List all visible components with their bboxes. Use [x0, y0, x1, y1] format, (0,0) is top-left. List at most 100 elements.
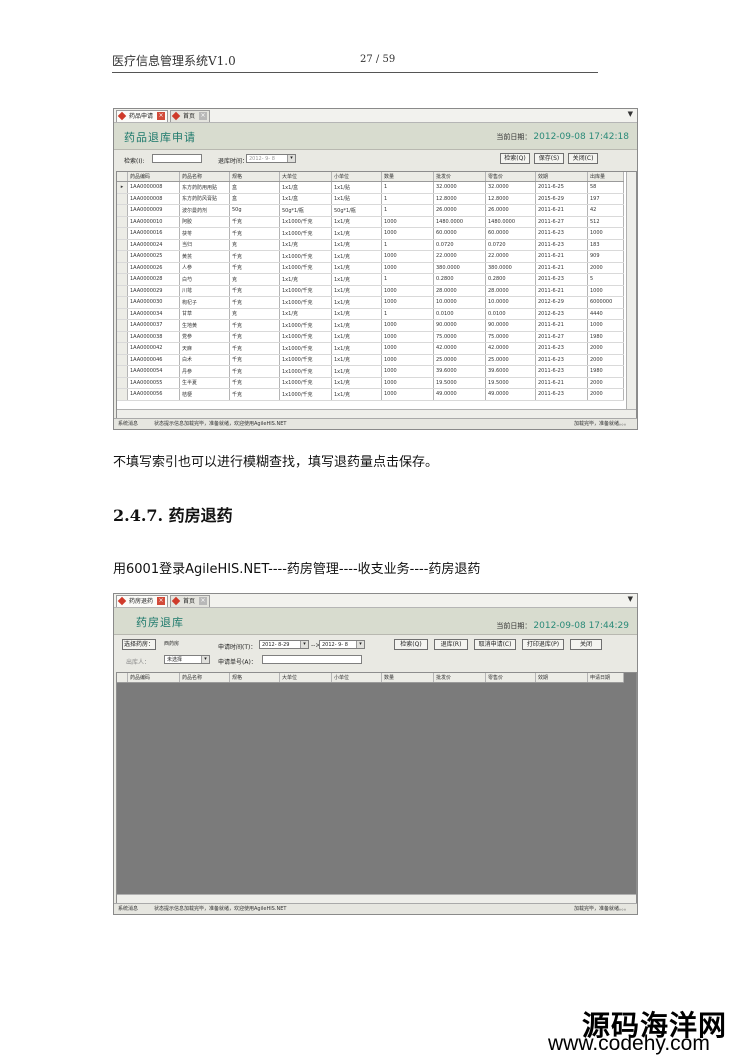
table-cell: 1: [381, 239, 434, 251]
row-selector[interactable]: [117, 216, 128, 228]
table-cell: 千克: [229, 331, 280, 343]
column-header[interactable]: 零售价: [485, 673, 536, 683]
table-cell: 1000: [381, 354, 434, 366]
table-row[interactable]: 1AA0000016 茯苓 千克 1x1000/千克 1x1/克 1000 60.0000 6…: [117, 227, 624, 240]
column-header[interactable]: 效期: [535, 673, 588, 683]
column-header[interactable]: 药品编码: [127, 673, 180, 683]
row-selector[interactable]: [117, 319, 128, 332]
row-selector[interactable]: [117, 388, 128, 401]
table-row[interactable]: 1AA0000054 丹参 千克 1x1000/千克 1x1/克 1000 39.6000 3…: [117, 365, 624, 378]
column-header[interactable]: 批发价: [433, 172, 486, 182]
column-header[interactable]: 小单位: [331, 172, 382, 182]
close-icon[interactable]: ×: [157, 597, 166, 605]
column-header[interactable]: 申请日期: [587, 673, 624, 683]
tab-drug-request[interactable]: 药品申请 ×: [116, 110, 169, 122]
table-row[interactable]: 1AA0000009 波尔曼药剂 50g 50g*1/瓶 50g*1/瓶 1 26.0000…: [117, 204, 624, 217]
close-icon[interactable]: ×: [199, 112, 208, 120]
horizontal-scrollbar[interactable]: [117, 894, 636, 903]
column-header[interactable]: 效期: [535, 172, 588, 182]
row-selector[interactable]: [117, 193, 128, 205]
table-row[interactable]: 1AA0000028 白芍克 1x1/克 1x1/克 1 0.2800 0.2800 2011…: [117, 273, 624, 286]
table-row[interactable]: 1AA0000037 生地黄 千克 1x1000/千克 1x1/克 1000 90.0000…: [117, 319, 624, 332]
table-cell: 2011-6-21: [535, 262, 588, 274]
table-cell: 1x1/盒: [279, 193, 332, 205]
return-date-picker[interactable]: 2012- 9- 8 ▾: [246, 154, 296, 163]
row-selector[interactable]: [117, 365, 128, 378]
table-row[interactable]: 1AA0000056 桔梗 千克 1x1000/千克 1x1/克 1000 49.0000 4…: [117, 388, 624, 401]
table-row[interactable]: 1AA0000038 党参 千克 1x1000/千克 1x1/克 1000 75.0000 7…: [117, 331, 624, 343]
close-icon[interactable]: ×: [157, 112, 166, 120]
column-header[interactable]: 规格: [229, 172, 280, 182]
row-selector[interactable]: [117, 285, 128, 297]
row-selector[interactable]: [117, 377, 128, 389]
index-input[interactable]: [152, 154, 202, 163]
search-button[interactable]: 检索(Q): [500, 153, 530, 164]
close-button[interactable]: 关闭: [570, 639, 602, 650]
print-return-button[interactable]: 打印退库(P): [522, 639, 564, 650]
column-header[interactable]: 药品编码: [127, 172, 180, 182]
tab-pharmacy-return[interactable]: 药房退药 ×: [116, 595, 169, 607]
table-row[interactable]: 1AA0000008 东方药防风膏贴盒 1x1/盒 1x1/贴 1 12.8000 12.8…: [117, 193, 624, 205]
column-header[interactable]: 数量: [381, 673, 434, 683]
close-button[interactable]: 关闭(C): [568, 153, 598, 164]
apply-number-input[interactable]: [262, 655, 362, 664]
row-selector[interactable]: [117, 239, 128, 251]
table-cell: 1AA0000008: [127, 193, 180, 205]
search-button[interactable]: 检索(Q): [394, 639, 428, 650]
row-selector[interactable]: [117, 204, 128, 217]
row-selector[interactable]: [117, 296, 128, 309]
column-header[interactable]: 大单位: [279, 172, 332, 182]
row-selector[interactable]: [117, 342, 128, 355]
chevron-down-icon[interactable]: ▾: [287, 155, 295, 162]
column-header[interactable]: 药品名称: [179, 673, 230, 683]
close-icon[interactable]: ×: [199, 597, 208, 605]
table-row[interactable]: 1AA0000024 当归克 1x1/克 1x1/克 1 0.0720 0.0720 2011…: [117, 239, 624, 251]
column-header[interactable]: 出库量: [587, 172, 624, 182]
chevron-down-icon[interactable]: ▾: [300, 641, 308, 648]
row-selector[interactable]: [117, 331, 128, 343]
vertical-scrollbar[interactable]: [626, 172, 636, 418]
outbound-person-select[interactable]: 未选择 ▾: [164, 655, 210, 664]
column-header[interactable]: 数量: [381, 172, 434, 182]
column-header[interactable]: 药品名称: [179, 172, 230, 182]
row-selector[interactable]: [117, 354, 128, 366]
column-header[interactable]: 小单位: [331, 673, 382, 683]
table-row[interactable]: 1AA0000029 川芎 千克 1x1000/千克 1x1/克 1000 28.0000 2…: [117, 285, 624, 297]
row-selector[interactable]: [117, 250, 128, 263]
row-selector[interactable]: [117, 262, 128, 274]
date-to-picker[interactable]: 2012- 9- 8 ▾: [319, 640, 365, 649]
chevron-down-icon[interactable]: ▼: [628, 595, 633, 603]
tab-home[interactable]: 首页 ×: [170, 595, 211, 607]
horizontal-scrollbar[interactable]: [117, 409, 636, 418]
current-date-label: 当前日期：: [496, 622, 532, 630]
table-row[interactable]: 1AA0000010 阿胶 千克 1x1000/千克 1x1/克 1000 1480.000…: [117, 216, 624, 228]
table-row[interactable]: 1AA0000042 天麻 千克 1x1000/千克 1x1/克 1000 42.0000 4…: [117, 342, 624, 355]
chevron-down-icon[interactable]: ▼: [628, 110, 633, 118]
row-selector[interactable]: ▸: [117, 181, 128, 194]
table-row[interactable]: 1AA0000030 枸杞子 千克 1x1000/千克 1x1/克 1000 10.0000…: [117, 296, 624, 309]
table-row[interactable]: 1AA0000025 黄芪 千克 1x1000/千克 1x1/克 1000 22.0000 2…: [117, 250, 624, 263]
save-button[interactable]: 保存(S): [534, 153, 564, 164]
column-header[interactable]: 零售价: [485, 172, 536, 182]
date-from-picker[interactable]: 2012- 8-29 ▾: [259, 640, 309, 649]
table-cell: 丹参: [179, 365, 230, 378]
tab-home[interactable]: 首页 ×: [170, 110, 211, 122]
table-row[interactable]: 1AA0000026 人参 千克 1x1000/千克 1x1/克 1000 380.0000…: [117, 262, 624, 274]
table-cell: 2011-6-21: [535, 319, 588, 332]
table-row[interactable]: 1AA0000046 白术 千克 1x1000/千克 1x1/克 1000 25.0000 2…: [117, 354, 624, 366]
refund-button[interactable]: 退库(R): [434, 639, 468, 650]
chevron-down-icon[interactable]: ▾: [356, 641, 364, 648]
choose-pharmacy-button[interactable]: 选择药房：: [122, 639, 156, 650]
column-header[interactable]: 规格: [229, 673, 280, 683]
chevron-down-icon[interactable]: ▾: [201, 656, 209, 663]
column-header[interactable]: 大单位: [279, 673, 332, 683]
row-selector[interactable]: [117, 273, 128, 286]
column-header[interactable]: 批发价: [433, 673, 486, 683]
table-cell: 1000: [587, 227, 624, 240]
row-selector[interactable]: [117, 227, 128, 240]
table-row[interactable]: 1AA0000034 甘草克 1x1/克 1x1/克 1 0.0100 0.0100 2012…: [117, 308, 624, 320]
cancel-request-button[interactable]: 取消申请(C): [474, 639, 516, 650]
row-selector[interactable]: [117, 308, 128, 320]
table-row[interactable]: ▸ 1AA0000008 东方药防用用贴盒 1x1/盒 1x1/贴 1 32.0000 32.…: [117, 181, 624, 194]
table-row[interactable]: 1AA0000055 生半夏 千克 1x1000/千克 1x1/克 1000 19.5000…: [117, 377, 624, 389]
